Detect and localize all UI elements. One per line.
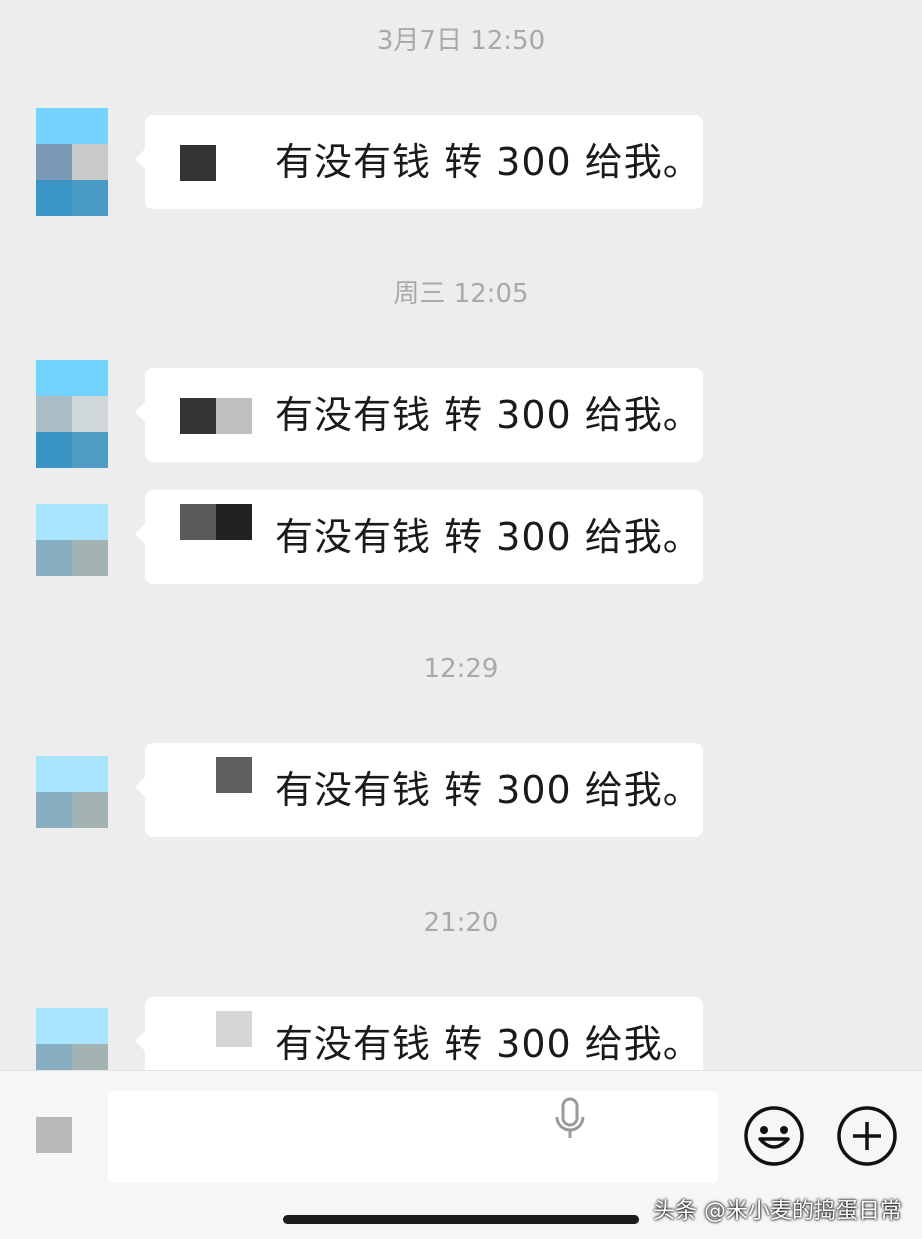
pixelated-sticker — [180, 398, 216, 434]
voice-toggle-icon[interactable] — [36, 1117, 72, 1153]
timestamp: 12:29 — [423, 654, 499, 684]
pixelated-sticker — [216, 398, 252, 434]
chat-history[interactable]: 3月7日 12:50 有没有钱 转 300 给我。 周三 12:05 有没有钱 … — [0, 0, 922, 1070]
avatar[interactable] — [36, 756, 108, 828]
timestamp: 21:20 — [423, 908, 499, 938]
message-text: 有没有钱 转 300 给我。 — [275, 1022, 702, 1066]
timestamp: 3月7日 12:50 — [376, 26, 546, 56]
plus-circle-icon[interactable] — [836, 1105, 898, 1167]
message-bubble[interactable]: 有没有钱 转 300 给我。 — [135, 115, 703, 209]
message-bubble[interactable]: 有没有钱 转 300 给我。 — [135, 368, 703, 462]
avatar[interactable] — [36, 1008, 108, 1070]
message-text: 有没有钱 转 300 给我。 — [275, 768, 702, 812]
input-bar: 头条 @米小麦的捣蛋日常 — [0, 1070, 922, 1239]
avatar[interactable] — [36, 504, 108, 576]
message-text: 有没有钱 转 300 给我。 — [275, 515, 702, 559]
avatar[interactable] — [36, 360, 108, 468]
smiley-icon[interactable] — [743, 1105, 805, 1167]
message-bubble[interactable]: 有没有钱 转 300 给我。 — [135, 743, 703, 837]
avatar[interactable] — [36, 108, 108, 216]
microphone-icon[interactable] — [552, 1097, 588, 1141]
watermark: 头条 @米小麦的捣蛋日常 — [653, 1199, 902, 1224]
pixelated-sticker — [180, 145, 216, 181]
pixelated-sticker — [216, 504, 252, 540]
message-bubble[interactable]: 有没有钱 转 300 给我。 — [135, 490, 703, 584]
message-text: 有没有钱 转 300 给我。 — [275, 140, 702, 184]
pixelated-sticker — [180, 504, 216, 540]
pixelated-sticker — [216, 757, 252, 793]
message-text: 有没有钱 转 300 给我。 — [275, 393, 702, 437]
message-input[interactable] — [108, 1091, 718, 1183]
home-indicator[interactable] — [283, 1215, 639, 1224]
message-bubble[interactable]: 有没有钱 转 300 给我。 — [135, 997, 703, 1070]
timestamp: 周三 12:05 — [393, 279, 529, 309]
pixelated-sticker — [216, 1011, 252, 1047]
